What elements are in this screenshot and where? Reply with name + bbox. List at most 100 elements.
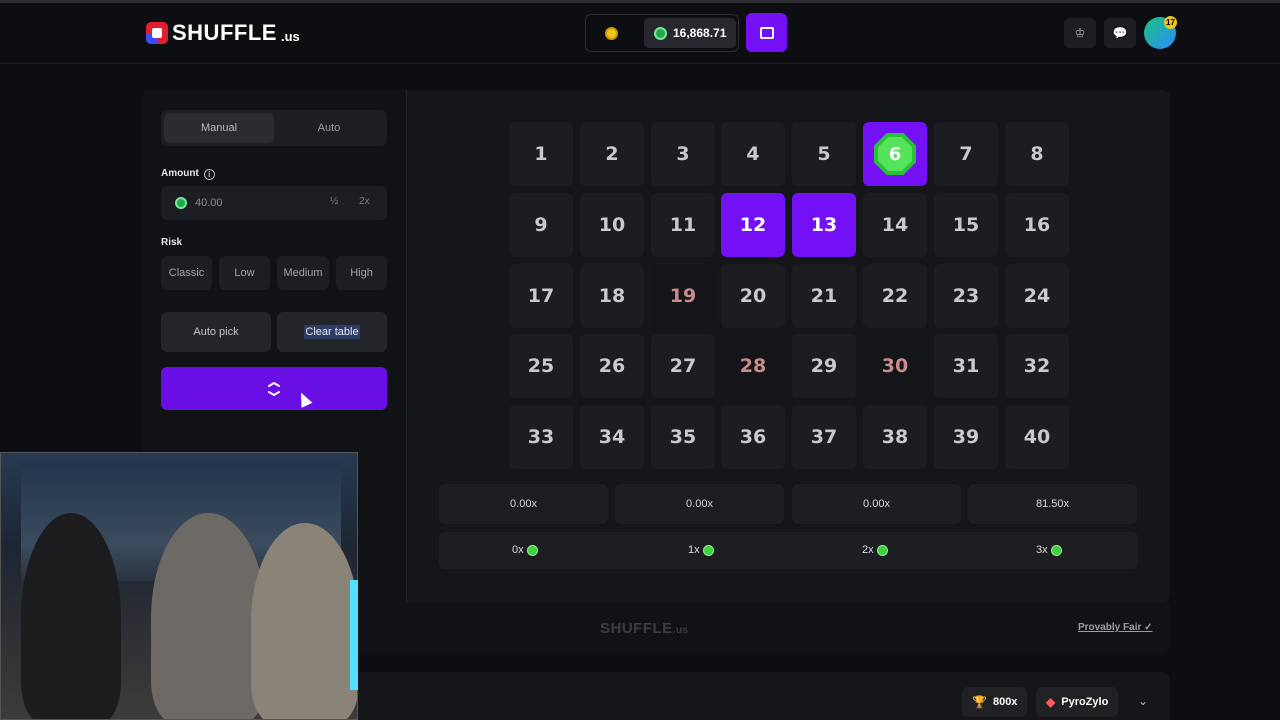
board-tile[interactable]: 21 [792,264,856,328]
gem-icon [1050,544,1062,556]
check-icon: ✓ [1144,622,1153,633]
token-coin-icon [604,26,618,40]
currency-coin-icon [654,26,667,40]
board-tile[interactable]: 2 [580,122,644,186]
hit-count-label: 3x [1036,544,1048,556]
tab-manual[interactable]: Manual [164,113,274,143]
wallet-button[interactable] [746,13,787,52]
balance-widget: 16,868.71 [585,14,739,52]
board-tile[interactable]: 29 [792,334,856,398]
multiplier-cell: 81.50x [968,484,1137,524]
board-tile[interactable]: 23 [934,264,998,328]
user-chip[interactable]: ◆ PyroZylo [1036,687,1119,717]
footer-logo: SHUFFLE.us [600,620,689,637]
board-tile[interactable]: 3 [651,122,715,186]
hit-count: 3x [1036,544,1062,556]
clear-table-button[interactable]: Clear table [277,312,387,352]
board-tile[interactable]: 22 [863,264,927,328]
multiplier-cell: 0.00x [439,484,608,524]
info-icon[interactable]: i [203,169,215,180]
clear-table-label: Clear table [304,325,360,339]
board-tile[interactable]: 27 [651,334,715,398]
board-tile[interactable]: 13 [792,193,856,257]
board-tile[interactable]: 8 [1005,122,1069,186]
chevron-down-icon[interactable]: ⌄ [1138,694,1148,708]
auto-pick-button[interactable]: Auto pick [161,312,271,352]
amount-label-text: Amount [161,168,199,179]
risk-classic-button[interactable]: Classic [161,256,212,290]
board-tile[interactable]: 9 [509,193,573,257]
token-select-button[interactable] [586,15,636,51]
risk-medium-button[interactable]: Medium [277,256,329,290]
hit-count: 0x [512,544,538,556]
hit-count-label: 2x [862,544,874,556]
loading-icon [268,381,280,396]
risk-low-button[interactable]: Low [219,256,270,290]
hit-count-label: 1x [688,544,700,556]
multiplier-cell: 0.00x [615,484,784,524]
board-tile[interactable]: 19 [651,264,715,328]
provably-fair-link[interactable]: Provably Fair ✓ [1078,622,1153,633]
board-tile[interactable]: 31 [934,334,998,398]
footer-logo-text: SHUFFLE [600,620,673,637]
board-tile[interactable]: 6 [863,122,927,186]
board-tile[interactable]: 28 [721,334,785,398]
gem-icon [702,544,714,556]
board-tile[interactable]: 24 [1005,264,1069,328]
gem-icon [526,544,538,556]
balance-display[interactable]: 16,868.71 [644,18,737,48]
board-tile[interactable]: 16 [1005,193,1069,257]
board-tile[interactable]: 14 [863,193,927,257]
board-tile[interactable]: 20 [721,264,785,328]
provably-fair-label: Provably Fair [1078,622,1142,633]
board-tile[interactable]: 34 [580,405,644,469]
gem-icon: 6 [874,133,916,175]
board-tile[interactable]: 7 [934,122,998,186]
trophy-icon: 🏆 [972,695,987,709]
vip-button[interactable]: ♔ [1064,18,1096,48]
mode-tabs: Manual Auto [161,110,387,146]
bet-button[interactable] [161,367,387,410]
board-tile[interactable]: 5 [792,122,856,186]
webcam-overlay [0,452,358,720]
board-tile[interactable]: 37 [792,405,856,469]
footer-logo-suffix: .us [672,625,689,636]
board-tile[interactable]: 18 [580,264,644,328]
chat-button[interactable]: 💬 [1104,18,1136,48]
board-tile[interactable]: 32 [1005,334,1069,398]
gem-icon [876,544,888,556]
board-tile[interactable]: 4 [721,122,785,186]
board-tile[interactable]: 25 [509,334,573,398]
board-tile[interactable]: 11 [651,193,715,257]
wallet-icon [759,26,774,39]
board-tile[interactable]: 15 [934,193,998,257]
board-tile[interactable]: 33 [509,405,573,469]
risk-high-button[interactable]: High [336,256,387,290]
amount-value: 40.00 [195,197,223,209]
board-tile[interactable]: 30 [863,334,927,398]
board-tile[interactable]: 36 [721,405,785,469]
wager-chip[interactable]: 🏆 800x [962,687,1028,717]
chat-icon: 💬 [1112,26,1128,40]
tab-auto[interactable]: Auto [274,113,384,143]
board-tile[interactable]: 10 [580,193,644,257]
hit-count: 1x [688,544,714,556]
logo-mark-icon [146,22,168,44]
double-button[interactable]: 2x [359,196,370,207]
board-tile[interactable]: 35 [651,405,715,469]
board-tile[interactable]: 39 [934,405,998,469]
balance-amount: 16,868.71 [673,26,727,40]
board-tile[interactable]: 12 [721,193,785,257]
amount-input[interactable]: 40.00 [161,186,387,220]
board-tile[interactable]: 1 [509,122,573,186]
brand-logo[interactable]: SHUFFLE .us [146,20,300,46]
half-button[interactable]: ½ [330,196,338,207]
board-tile[interactable]: 38 [863,405,927,469]
board-tile[interactable]: 17 [509,264,573,328]
hit-count-label: 0x [512,544,524,556]
crown-icon: ♔ [1074,26,1086,40]
board-tile[interactable]: 40 [1005,405,1069,469]
wager-value: 800x [992,696,1018,708]
hits-row [439,532,1138,569]
board-tile[interactable]: 26 [580,334,644,398]
